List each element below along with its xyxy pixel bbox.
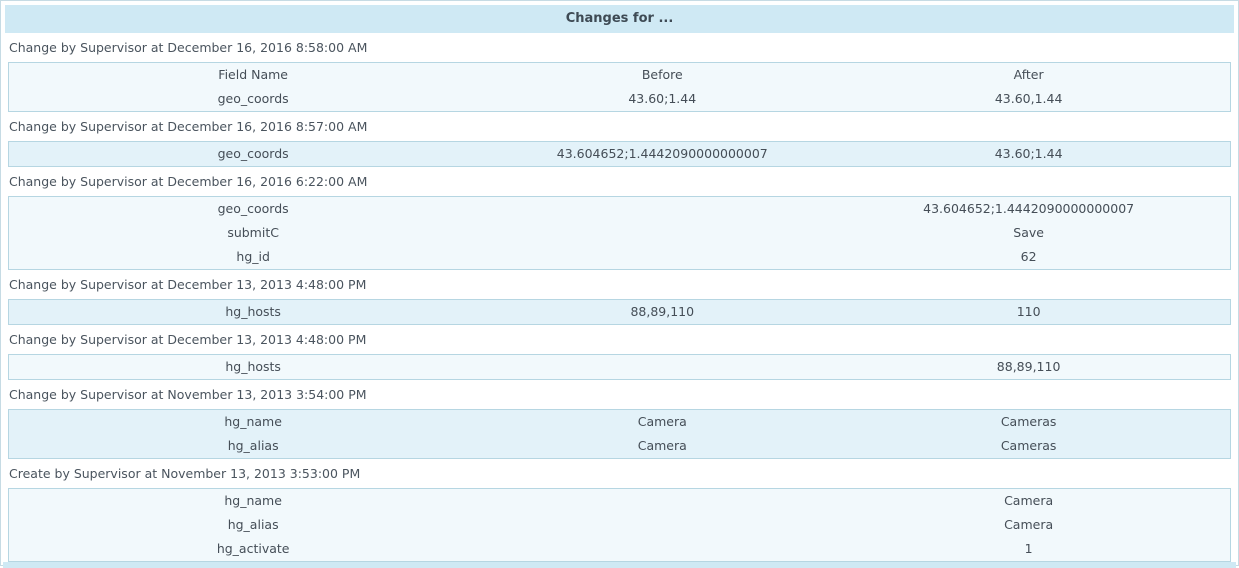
field-name-cell: hg_alias	[9, 513, 498, 537]
table-row: geo_coords 43.604652;1.4442090000000007	[9, 197, 1231, 222]
table-header-row: Field Name Before After	[9, 63, 1231, 88]
changes-table: hg_name Camera Cameras hg_alias Camera C…	[8, 409, 1231, 459]
before-value-cell: 43.604652;1.4442090000000007	[497, 142, 827, 167]
table-row: hg_name Camera Cameras	[9, 410, 1231, 435]
table-row: geo_coords 43.60;1.44 43.60,1.44	[9, 87, 1231, 112]
field-name-cell: hg_name	[9, 489, 498, 514]
table-row: hg_alias Camera Cameras	[9, 434, 1231, 459]
field-name-cell: geo_coords	[9, 142, 498, 167]
field-name-cell: hg_id	[9, 245, 498, 270]
before-value-cell	[497, 245, 827, 270]
before-value-cell	[497, 513, 827, 537]
change-section-label: Change by Supervisor at December 16, 201…	[1, 112, 1238, 141]
field-name-cell: geo_coords	[9, 87, 498, 112]
change-section: Create by Supervisor at November 13, 201…	[1, 459, 1238, 562]
after-value-cell: 88,89,110	[827, 355, 1230, 380]
change-section: Change by Supervisor at December 16, 201…	[1, 167, 1238, 270]
after-value-cell: Cameras	[827, 434, 1230, 459]
table-row: hg_hosts 88,89,110	[9, 355, 1231, 380]
change-section: Change by Supervisor at December 13, 201…	[1, 270, 1238, 325]
table-row: hg_hosts 88,89,110 110	[9, 300, 1231, 325]
before-value-cell	[497, 197, 827, 222]
field-name-cell: submitC	[9, 221, 498, 245]
change-section-label: Create by Supervisor at November 13, 201…	[1, 459, 1238, 488]
change-section: Change by Supervisor at December 13, 201…	[1, 325, 1238, 380]
field-name-cell: hg_name	[9, 410, 498, 435]
changes-table: geo_coords 43.604652;1.4442090000000007 …	[8, 141, 1231, 167]
before-value-cell: 43.60;1.44	[497, 87, 827, 112]
after-value-cell: 43.60,1.44	[827, 87, 1230, 112]
field-name-cell: hg_activate	[9, 537, 498, 562]
changes-panel: Changes for ... Change by Supervisor at …	[0, 0, 1239, 566]
after-value-cell: 1	[827, 537, 1230, 562]
after-value-cell: 43.604652;1.4442090000000007	[827, 197, 1230, 222]
after-value-cell: 43.60;1.44	[827, 142, 1230, 167]
changes-table: hg_name Camera hg_alias Camera hg_activa…	[8, 488, 1231, 562]
changes-table: hg_hosts 88,89,110	[8, 354, 1231, 380]
change-section-label: Change by Supervisor at December 16, 201…	[1, 167, 1238, 196]
after-value-cell: Save	[827, 221, 1230, 245]
panel-title: Changes for ...	[5, 5, 1234, 33]
after-value-cell: Camera	[827, 489, 1230, 514]
changes-table: Field Name Before After geo_coords 43.60…	[8, 62, 1231, 112]
before-value-cell	[497, 537, 827, 562]
table-row: hg_name Camera	[9, 489, 1231, 514]
field-name-cell: hg_hosts	[9, 355, 498, 380]
table-row: submitC Save	[9, 221, 1231, 245]
change-section-label: Change by Supervisor at December 13, 201…	[1, 270, 1238, 299]
column-header-before: Before	[497, 63, 827, 88]
after-value-cell: Camera	[827, 513, 1230, 537]
before-value-cell: Camera	[497, 434, 827, 459]
field-name-cell: hg_alias	[9, 434, 498, 459]
table-row: hg_activate 1	[9, 537, 1231, 562]
change-sections: Change by Supervisor at December 16, 201…	[1, 33, 1238, 562]
change-section-label: Change by Supervisor at December 16, 201…	[1, 33, 1238, 62]
change-section: Change by Supervisor at December 16, 201…	[1, 33, 1238, 112]
table-row: hg_id 62	[9, 245, 1231, 270]
after-value-cell: Cameras	[827, 410, 1230, 435]
after-value-cell: 62	[827, 245, 1230, 270]
change-section-label: Change by Supervisor at December 13, 201…	[1, 325, 1238, 354]
after-value-cell: 110	[827, 300, 1230, 325]
footer-bar	[3, 562, 1236, 568]
table-row: geo_coords 43.604652;1.4442090000000007 …	[9, 142, 1231, 167]
change-section-label: Change by Supervisor at November 13, 201…	[1, 380, 1238, 409]
change-section: Change by Supervisor at November 13, 201…	[1, 380, 1238, 459]
before-value-cell: 88,89,110	[497, 300, 827, 325]
field-name-cell: hg_hosts	[9, 300, 498, 325]
change-section: Change by Supervisor at December 16, 201…	[1, 112, 1238, 167]
changes-table: hg_hosts 88,89,110 110	[8, 299, 1231, 325]
before-value-cell	[497, 355, 827, 380]
before-value-cell	[497, 489, 827, 514]
changes-table: geo_coords 43.604652;1.4442090000000007 …	[8, 196, 1231, 270]
table-row: hg_alias Camera	[9, 513, 1231, 537]
field-name-cell: geo_coords	[9, 197, 498, 222]
column-header-after: After	[827, 63, 1230, 88]
before-value-cell	[497, 221, 827, 245]
before-value-cell: Camera	[497, 410, 827, 435]
column-header-field: Field Name	[9, 63, 498, 88]
